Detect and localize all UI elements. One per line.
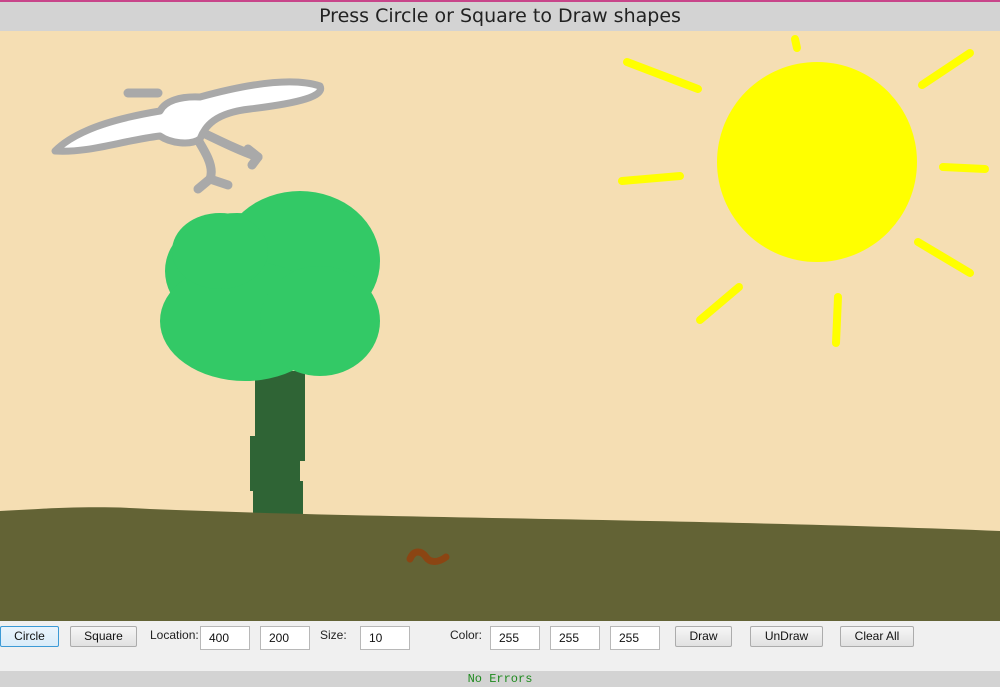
undraw-button[interactable]: UnDraw (750, 626, 823, 647)
draw-button[interactable]: Draw (675, 626, 732, 647)
size-field[interactable] (360, 626, 410, 650)
location-y-field[interactable] (260, 626, 310, 650)
tree-trunk (250, 371, 305, 531)
clear-all-button[interactable]: Clear All (840, 626, 914, 647)
sun (717, 62, 917, 262)
location-x-field[interactable] (200, 626, 250, 650)
color-label: Color: (450, 628, 483, 642)
status-bar: No Errors (0, 671, 1000, 687)
circle-button[interactable]: Circle (0, 626, 59, 647)
size-label: Size: (320, 628, 347, 642)
location-label: Location: (150, 628, 199, 642)
instruction-title: Press Circle or Square to Draw shapes (0, 2, 1000, 31)
square-button[interactable]: Square (70, 626, 137, 647)
controls-toolbar: Circle Square Location: Size: Color: Dra… (0, 621, 1000, 671)
color-red-field[interactable] (490, 626, 540, 650)
drawing-canvas[interactable] (0, 31, 1000, 621)
color-blue-field[interactable] (610, 626, 660, 650)
color-green-field[interactable] (550, 626, 600, 650)
